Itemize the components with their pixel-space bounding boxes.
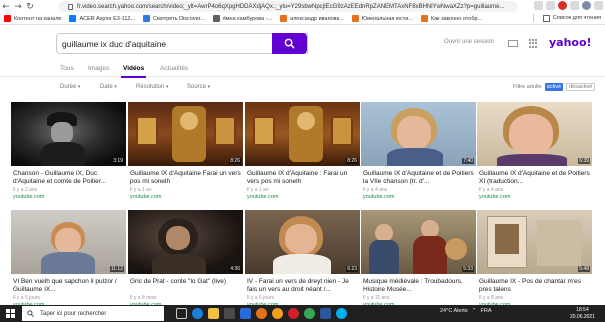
video-duration: 5:33 (462, 266, 474, 272)
video-title[interactable]: IV - Farai un vers de dreyt nien - Je fa… (247, 278, 359, 294)
video-duration: 8:26 (229, 158, 241, 164)
video-title[interactable]: Guillaume IX d'Aquitaine : Farai un vers… (247, 170, 359, 186)
firefox-icon[interactable] (256, 308, 267, 319)
video-date: Il y a 2 ans (13, 187, 38, 193)
video-thumbnail[interactable]: 5:48 (477, 210, 592, 274)
video-date: Il y a 11 ans (363, 295, 390, 301)
yandex-browser-icon[interactable] (272, 308, 283, 319)
video-duration: 3:19 (112, 158, 124, 164)
taskbar-apps (176, 308, 347, 319)
weather-widget[interactable]: 24°C Alerte (440, 308, 468, 314)
video-duration: 6:39 (578, 158, 590, 164)
video-duration: 4:36 (229, 266, 241, 272)
video-title[interactable]: Guillaume IX d'Aquitaine Farai un vers p… (130, 170, 242, 186)
video-date: Il y a 1 an (247, 187, 269, 193)
search-icon (27, 310, 34, 317)
system-tray: 24°C Alerte ⌃ FRA (440, 308, 492, 314)
video-source[interactable]: youtube.com (479, 194, 511, 200)
video-date: Il y a 6 jours (247, 295, 274, 301)
taskbar-search-placeholder: Taper ici pour rechercher (40, 310, 107, 317)
video-grid: 3:19 Chanson - Guillaume IX, Duc d'Aquit… (0, 0, 605, 322)
video-source[interactable]: youtube.com (130, 194, 162, 200)
skype-icon[interactable] (336, 308, 347, 319)
video-thumbnail[interactable]: 5:33 (361, 210, 476, 274)
video-duration: 7:40 (462, 158, 474, 164)
video-date: Il y a 1 an (130, 187, 152, 193)
video-date: Il y a 4 ans (479, 187, 504, 193)
video-date: Il y a 8 ans (479, 295, 504, 301)
taskbar-search[interactable]: Taper ici pour rechercher (22, 306, 164, 321)
video-duration: 11:12 (109, 266, 124, 272)
video-date: Il y a 4 ans (363, 187, 388, 193)
video-title[interactable]: Gric de Prat - conte "lo Gat" (live) (130, 278, 242, 286)
video-duration: 5:48 (578, 266, 590, 272)
video-source[interactable]: youtube.com (13, 194, 45, 200)
video-title[interactable]: Guillaume IX d'Aquitaine et de Poitiers … (363, 170, 475, 186)
store-icon[interactable] (224, 308, 235, 319)
video-thumbnail[interactable]: 3:19 (11, 102, 126, 166)
video-date: Il y a 8 mois (130, 295, 157, 301)
video-title[interactable]: Chanson - Guillaume IX, Duc d'Aquitaine … (13, 170, 125, 186)
chrome-icon[interactable] (304, 308, 315, 319)
language-indicator[interactable]: FRA (481, 308, 492, 314)
video-thumbnail[interactable]: 8:26 (128, 102, 243, 166)
system-clock[interactable]: 18:54 20.06.2021 (570, 307, 595, 320)
video-source[interactable]: youtube.com (247, 194, 279, 200)
video-thumbnail[interactable]: 6:23 (245, 210, 360, 274)
video-thumbnail[interactable]: 8:26 (245, 102, 360, 166)
video-thumbnail[interactable]: 4:36 (128, 210, 243, 274)
clock-date: 20.06.2021 (569, 313, 595, 320)
video-title[interactable]: VI Ben vuelh que sapchon li pulzor / Gui… (13, 278, 125, 294)
task-view-icon[interactable] (176, 308, 187, 319)
word-icon[interactable] (320, 308, 331, 319)
video-duration: 6:23 (346, 266, 358, 272)
opera-icon[interactable] (288, 308, 299, 319)
video-thumbnail[interactable]: 6:39 (477, 102, 592, 166)
file-explorer-icon[interactable] (208, 308, 219, 319)
video-duration: 8:26 (346, 158, 358, 164)
windows-taskbar: Taper ici pour rechercher 24°C Alerte ⌃ … (0, 305, 605, 322)
windows-start-icon[interactable] (6, 309, 15, 318)
video-title[interactable]: Musique médiévale : Troubadours. Histoir… (363, 278, 475, 294)
video-title[interactable]: Guillaume IX d'Aquitaine et de Poitiers … (479, 170, 591, 186)
mail-app-icon[interactable] (240, 308, 251, 319)
video-thumbnail[interactable]: 7:40 (361, 102, 476, 166)
tray-chevron-icon[interactable]: ⌃ (472, 308, 477, 314)
video-title[interactable]: Guillaume IX - Pos de chantar m'es pres … (479, 278, 591, 294)
edge-icon[interactable] (192, 308, 203, 319)
video-thumbnail[interactable]: 11:12 (11, 210, 126, 274)
video-source[interactable]: youtube.com (363, 194, 395, 200)
video-date: Il y a 5 jours (13, 295, 40, 301)
